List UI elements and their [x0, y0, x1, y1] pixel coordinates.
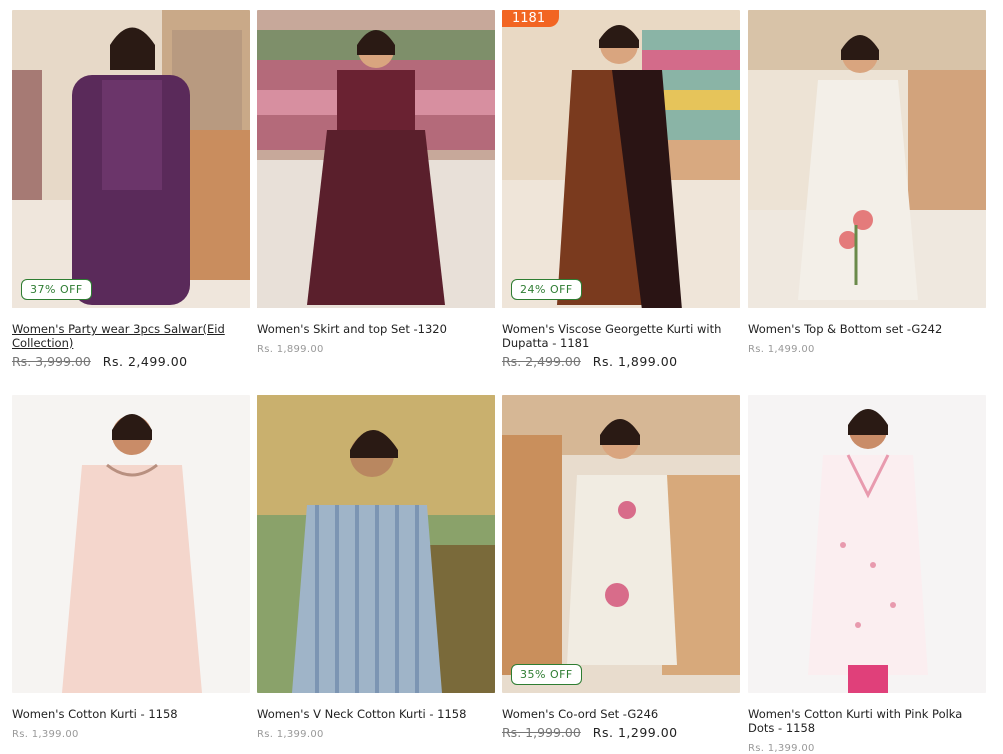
product-image[interactable]: [748, 10, 986, 308]
product-card[interactable]: Women's Top & Bottom set -G242 Rs. 1,499…: [748, 10, 986, 355]
sale-price: Rs. 1,899.00: [592, 354, 678, 369]
product-image[interactable]: [12, 395, 250, 693]
price-row: Rs. 1,499.00: [748, 340, 986, 355]
product-card[interactable]: Women's V Neck Cotton Kurti - 1158 Rs. 1…: [257, 395, 495, 740]
sale-price: Rs. 2,499.00: [102, 354, 188, 369]
price-row: Rs. 1,399.00: [748, 739, 986, 754]
discount-badge: 24% OFF: [511, 279, 582, 300]
product-title[interactable]: Women's Skirt and top Set -1320: [257, 322, 495, 336]
product-image[interactable]: 1181 24% OFF: [502, 10, 740, 308]
product-grid: 37% OFF Women's Party wear 3pcs Salwar(E…: [0, 0, 1003, 754]
original-price: Rs. 3,999.00: [12, 354, 91, 369]
product-title[interactable]: Women's Viscose Georgette Kurti with Dup…: [502, 322, 740, 350]
product-title[interactable]: Women's V Neck Cotton Kurti - 1158: [257, 707, 495, 721]
product-card[interactable]: 35% OFF Women's Co-ord Set -G246 Rs. 1,9…: [502, 395, 740, 740]
product-title[interactable]: Women's Cotton Kurti - 1158: [12, 707, 250, 721]
product-title[interactable]: Women's Co-ord Set -G246: [502, 707, 740, 721]
product-card[interactable]: 37% OFF Women's Party wear 3pcs Salwar(E…: [12, 10, 250, 369]
product-code-tag: 1181: [502, 10, 560, 27]
price: Rs. 1,399.00: [257, 729, 324, 740]
price-row: Rs. 1,899.00: [257, 340, 495, 355]
price: Rs. 1,399.00: [748, 743, 815, 754]
discount-badge: 37% OFF: [21, 279, 92, 300]
product-card[interactable]: 1181 24% OFF Women's Viscose Georgette K…: [502, 10, 740, 369]
price: Rs. 1,399.00: [12, 729, 79, 740]
product-image[interactable]: 35% OFF: [502, 395, 740, 693]
discount-badge: 35% OFF: [511, 664, 582, 685]
product-card[interactable]: Women's Skirt and top Set -1320 Rs. 1,89…: [257, 10, 495, 355]
product-card[interactable]: Women's Cotton Kurti - 1158 Rs. 1,399.00: [12, 395, 250, 740]
product-title[interactable]: Women's Party wear 3pcs Salwar(Eid Colle…: [12, 322, 250, 350]
original-price: Rs. 2,499.00: [502, 354, 581, 369]
price: Rs. 1,499.00: [748, 344, 815, 355]
product-image[interactable]: 37% OFF: [12, 10, 250, 308]
product-image[interactable]: [748, 395, 986, 693]
price: Rs. 1,899.00: [257, 344, 324, 355]
product-title[interactable]: Women's Top & Bottom set -G242: [748, 322, 986, 336]
product-image[interactable]: [257, 395, 495, 693]
price-row: Rs. 2,499.00 Rs. 1,899.00: [502, 354, 740, 369]
product-image[interactable]: [257, 10, 495, 308]
product-card[interactable]: Women's Cotton Kurti with Pink Polka Dot…: [748, 395, 986, 754]
product-title[interactable]: Women's Cotton Kurti with Pink Polka Dot…: [748, 707, 986, 735]
price-row: Rs. 3,999.00 Rs. 2,499.00: [12, 354, 250, 369]
